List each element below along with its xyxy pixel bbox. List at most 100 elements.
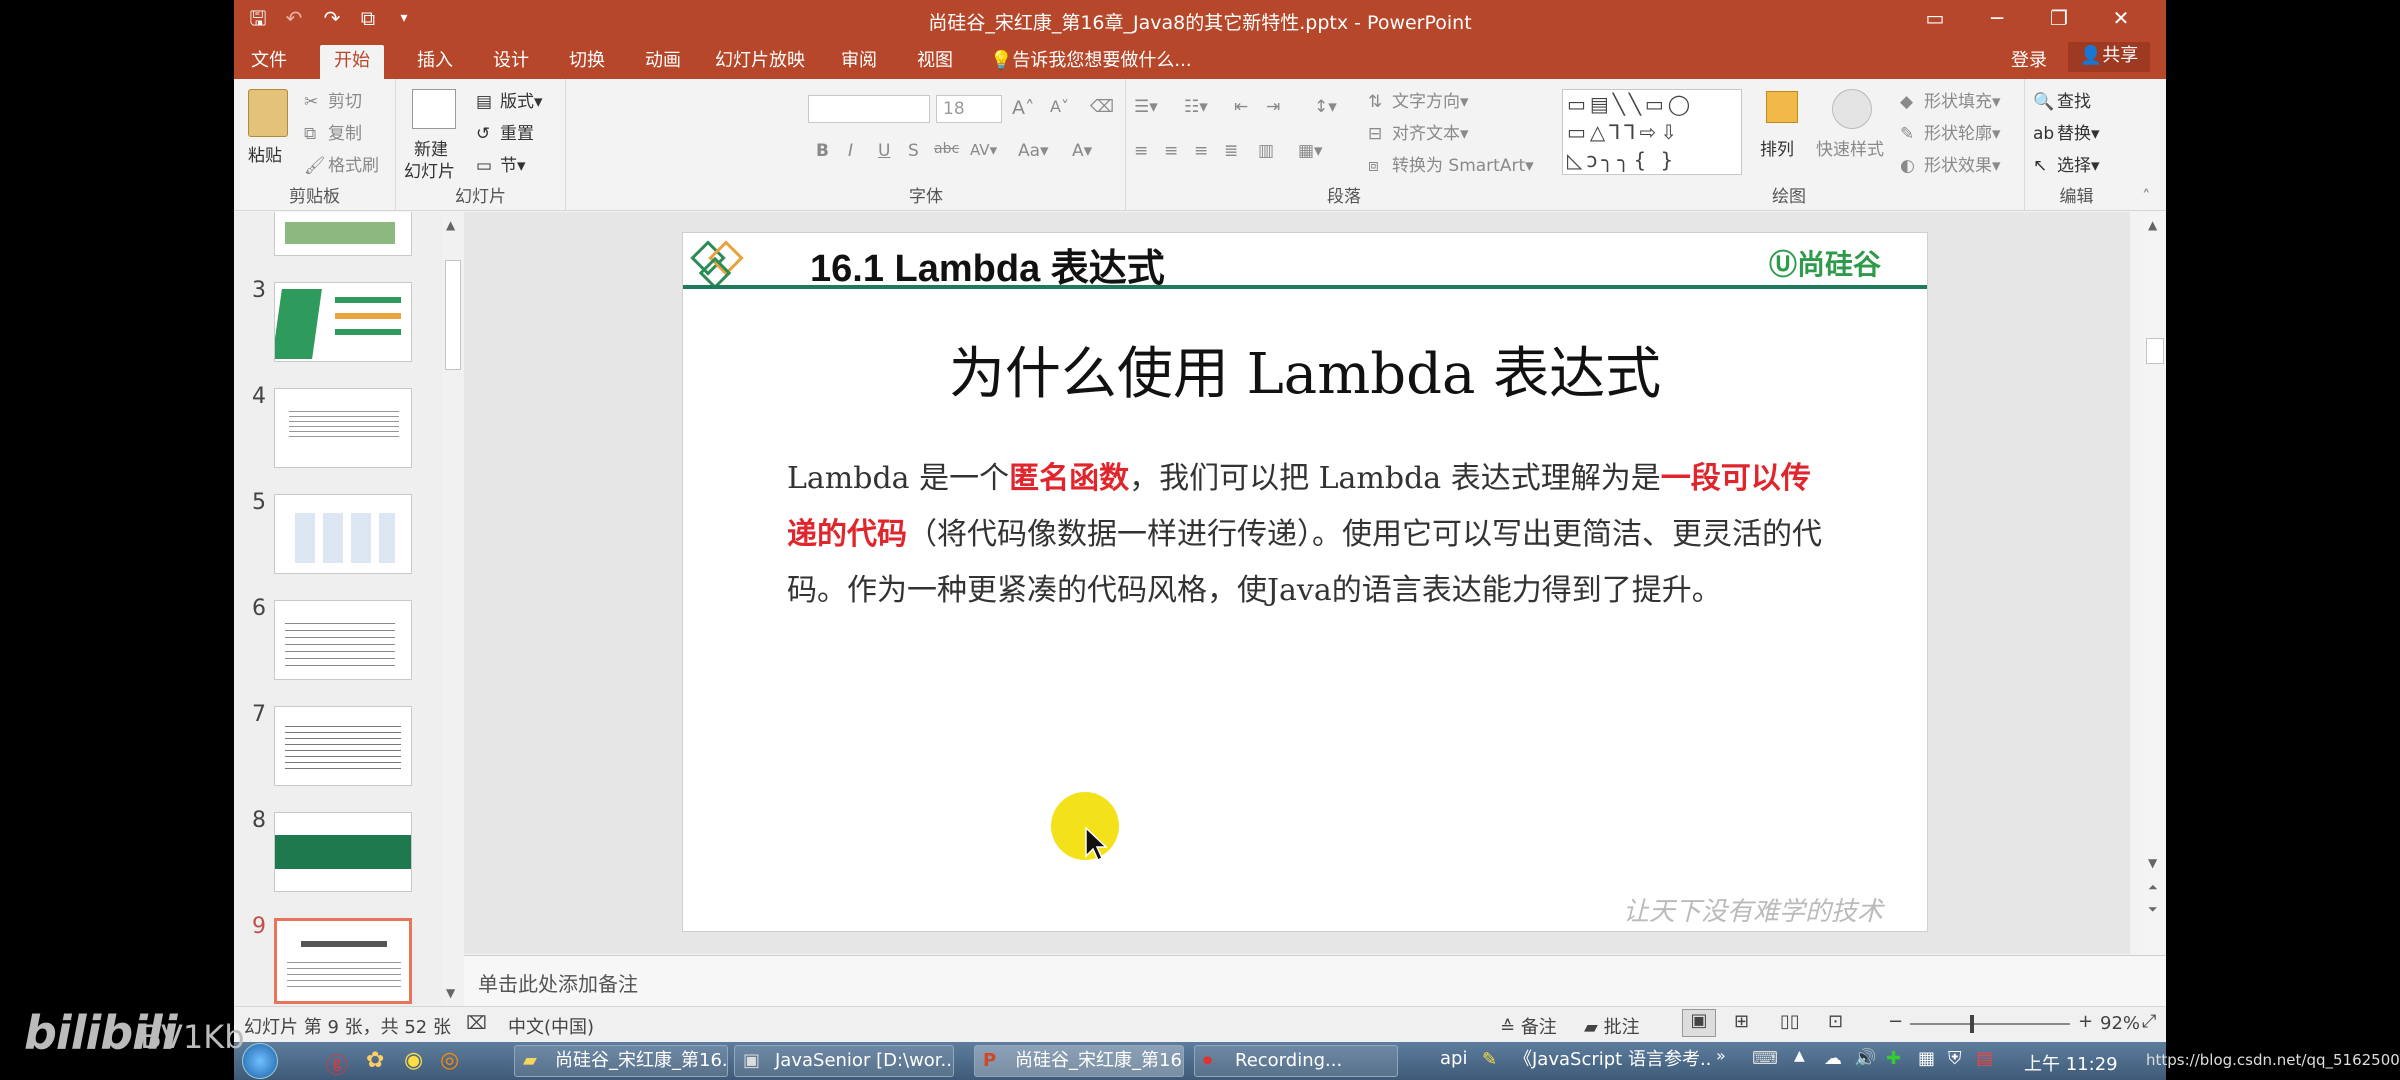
shapes-gallery[interactable]: ▭▤╲╲▭◯ ▭△⅂⅂⇨⇩ ◺ↄ╮╮{ }: [1562, 89, 1742, 175]
zoom-out-icon[interactable]: −: [1888, 1011, 1903, 1032]
fit-slide-icon[interactable]: ⤢: [2142, 1011, 2156, 1032]
cut-button[interactable]: ✂ 剪切: [304, 87, 362, 112]
slide-body-text[interactable]: Lambda 是一个匿名函数，我们可以把 Lambda 表达式理解为是一段可以传…: [787, 451, 1827, 619]
thumbnails-scrollbar[interactable]: ▲ ▼: [442, 212, 464, 1006]
tab-transitions[interactable]: 切换: [562, 45, 612, 79]
tray-expand-icon[interactable]: ▲: [1794, 1048, 1805, 1064]
chrome-icon[interactable]: ◉: [404, 1048, 423, 1073]
tab-animations[interactable]: 动画: [638, 45, 688, 79]
tab-file[interactable]: 文件: [246, 45, 292, 79]
tab-design[interactable]: 设计: [486, 45, 536, 79]
tab-insert[interactable]: 插入: [410, 45, 460, 79]
section-button[interactable]: ▭ 节▾: [476, 151, 526, 176]
line-spacing-icon[interactable]: ↕▾: [1314, 97, 1337, 117]
taskbar-item-powerpoint[interactable]: P 尚硅谷_宋红康_第16...: [974, 1045, 1184, 1077]
network-icon[interactable]: ▦: [1918, 1048, 1935, 1069]
tab-slideshow[interactable]: 幻灯片放映: [710, 45, 810, 79]
arrange-button[interactable]: 排列: [1760, 135, 1794, 160]
format-painter-button[interactable]: 🖌 格式刷: [304, 151, 379, 176]
current-slide[interactable]: 16.1 Lambda 表达式 Ⓤ尚硅谷 为什么使用 Lambda 表达式 La…: [682, 232, 1928, 932]
keyboard-icon[interactable]: ⌨: [1752, 1048, 1778, 1069]
shape-effects-button[interactable]: ◐ 形状效果▾: [1900, 151, 2001, 176]
scroll-thumb[interactable]: [445, 260, 461, 370]
layout-button[interactable]: ▤ 版式▾: [476, 87, 543, 112]
reset-button[interactable]: ↺ 重置: [476, 119, 534, 144]
taskbar-overflow-icon[interactable]: »: [1716, 1046, 1726, 1065]
close-icon[interactable]: ✕: [2090, 0, 2152, 37]
distributed-icon[interactable]: ▥: [1258, 141, 1274, 161]
scroll-down-icon[interactable]: ▼: [446, 986, 455, 1000]
scroll-up-icon[interactable]: ▲: [2148, 218, 2157, 232]
slide-thumbnail-4[interactable]: [274, 388, 412, 468]
scroll-down-icon[interactable]: ▼: [2148, 856, 2157, 870]
taskbar-item-folder[interactable]: ▰ 尚硅谷_宋红康_第16...: [514, 1045, 728, 1077]
tray-red-icon[interactable]: ▤: [1976, 1048, 1993, 1069]
normal-view-icon[interactable]: ▣: [1682, 1009, 1716, 1037]
collapse-ribbon-icon[interactable]: ˄: [2142, 187, 2151, 207]
slide-thumbnail-3[interactable]: [274, 282, 412, 362]
tray-green-icon[interactable]: ✚: [1886, 1048, 1901, 1069]
slideshow-view-icon[interactable]: ⊡: [1828, 1011, 1843, 1032]
paste-button[interactable]: 粘贴: [248, 141, 282, 166]
ribbon-display-icon[interactable]: ▭: [1904, 0, 1966, 37]
restore-icon[interactable]: ❐: [2028, 0, 2090, 37]
select-button[interactable]: ↖ 选择▾: [2033, 151, 2100, 176]
slide-thumbnail-7[interactable]: [274, 706, 412, 786]
align-text-button[interactable]: ⊟ 对齐文本▾: [1368, 119, 1469, 144]
start-button-icon[interactable]: [242, 1043, 278, 1079]
volume-icon[interactable]: 🔊: [1854, 1048, 1876, 1069]
align-left-icon[interactable]: ≡: [1134, 141, 1148, 161]
zoom-slider-thumb[interactable]: [1970, 1015, 1974, 1033]
shape-outline-button[interactable]: ✎ 形状轮廓▾: [1900, 119, 2001, 144]
arrange-icon[interactable]: [1766, 91, 1798, 123]
align-center-icon[interactable]: ≡: [1164, 141, 1178, 161]
share-button[interactable]: 👤共享: [2068, 42, 2150, 72]
notes-toggle[interactable]: ≙ 备注: [1500, 1013, 1557, 1039]
quick-styles-button[interactable]: 快速样式: [1816, 135, 1884, 160]
slide-thumbnail-6[interactable]: [274, 600, 412, 680]
taskbar-item-ide[interactable]: ▣ JavaSenior [D:\wor...: [734, 1045, 954, 1077]
tray-cloud-icon[interactable]: ☁: [1824, 1048, 1842, 1069]
slide-sorter-icon[interactable]: ⊞: [1734, 1011, 1749, 1032]
paste-icon[interactable]: [248, 89, 288, 137]
columns-icon[interactable]: ▦▾: [1298, 141, 1323, 161]
previous-slide-icon[interactable]: ⏶: [2148, 880, 2158, 895]
bold-icon[interactable]: B: [816, 141, 829, 161]
taskbar-item-recording[interactable]: ⏺ Recording...: [1194, 1045, 1398, 1077]
weibo-icon[interactable]: ⓖ: [326, 1048, 348, 1080]
app-icon[interactable]: ✿: [366, 1048, 384, 1073]
slide-thumbnail-8[interactable]: [274, 812, 412, 892]
increase-indent-icon[interactable]: ⇥: [1266, 97, 1280, 117]
tray-app-icon[interactable]: ⛨: [1948, 1048, 1962, 1069]
italic-icon[interactable]: I: [848, 141, 853, 161]
find-button[interactable]: 🔍 查找: [2033, 87, 2091, 112]
tab-home[interactable]: 开始: [320, 45, 384, 79]
underline-icon[interactable]: U: [878, 141, 890, 161]
sign-in-link[interactable]: 登录: [2004, 45, 2054, 79]
slide-thumbnail-5[interactable]: [274, 494, 412, 574]
taskbar-api-label[interactable]: api: [1440, 1048, 1467, 1069]
taskbar-item-browser[interactable]: ✎ 《JavaScript 语言参考...: [1474, 1045, 1710, 1077]
decrease-indent-icon[interactable]: ⇤: [1234, 97, 1248, 117]
slide-scrollbar[interactable]: ▲ ▼ ⏶ ⏷: [2144, 212, 2166, 954]
convert-smartart-button[interactable]: ⧈ 转换为 SmartArt▾: [1368, 151, 1534, 176]
numbering-icon[interactable]: ☷▾: [1184, 97, 1208, 117]
language-indicator[interactable]: 中文(中国): [508, 1013, 594, 1039]
comments-toggle[interactable]: ▰ 批注: [1584, 1013, 1640, 1039]
replace-button[interactable]: ab 替换▾: [2033, 119, 2100, 144]
firefox-icon[interactable]: ◎: [440, 1048, 459, 1073]
notes-pane[interactable]: 单击此处添加备注: [464, 955, 2166, 1006]
slide-thumbnail-9[interactable]: [274, 918, 412, 1004]
copy-button[interactable]: ⧉ 复制: [304, 119, 362, 144]
quick-styles-icon[interactable]: [1832, 89, 1872, 129]
tell-me-box[interactable]: 💡告诉我您想要做什么...: [990, 45, 1210, 79]
align-right-icon[interactable]: ≡: [1194, 141, 1208, 161]
reading-view-icon[interactable]: ▯▯: [1780, 1011, 1800, 1032]
zoom-level[interactable]: 92%: [2100, 1013, 2140, 1034]
shape-fill-button[interactable]: ◆ 形状填充▾: [1900, 87, 2001, 112]
zoom-in-icon[interactable]: +: [2078, 1011, 2093, 1032]
next-slide-icon[interactable]: ⏷: [2148, 902, 2158, 917]
minimize-icon[interactable]: ─: [1966, 0, 2028, 37]
slide-title[interactable]: 为什么使用 Lambda 表达式: [683, 329, 1927, 410]
slide-thumbnail-2[interactable]: [274, 212, 412, 256]
